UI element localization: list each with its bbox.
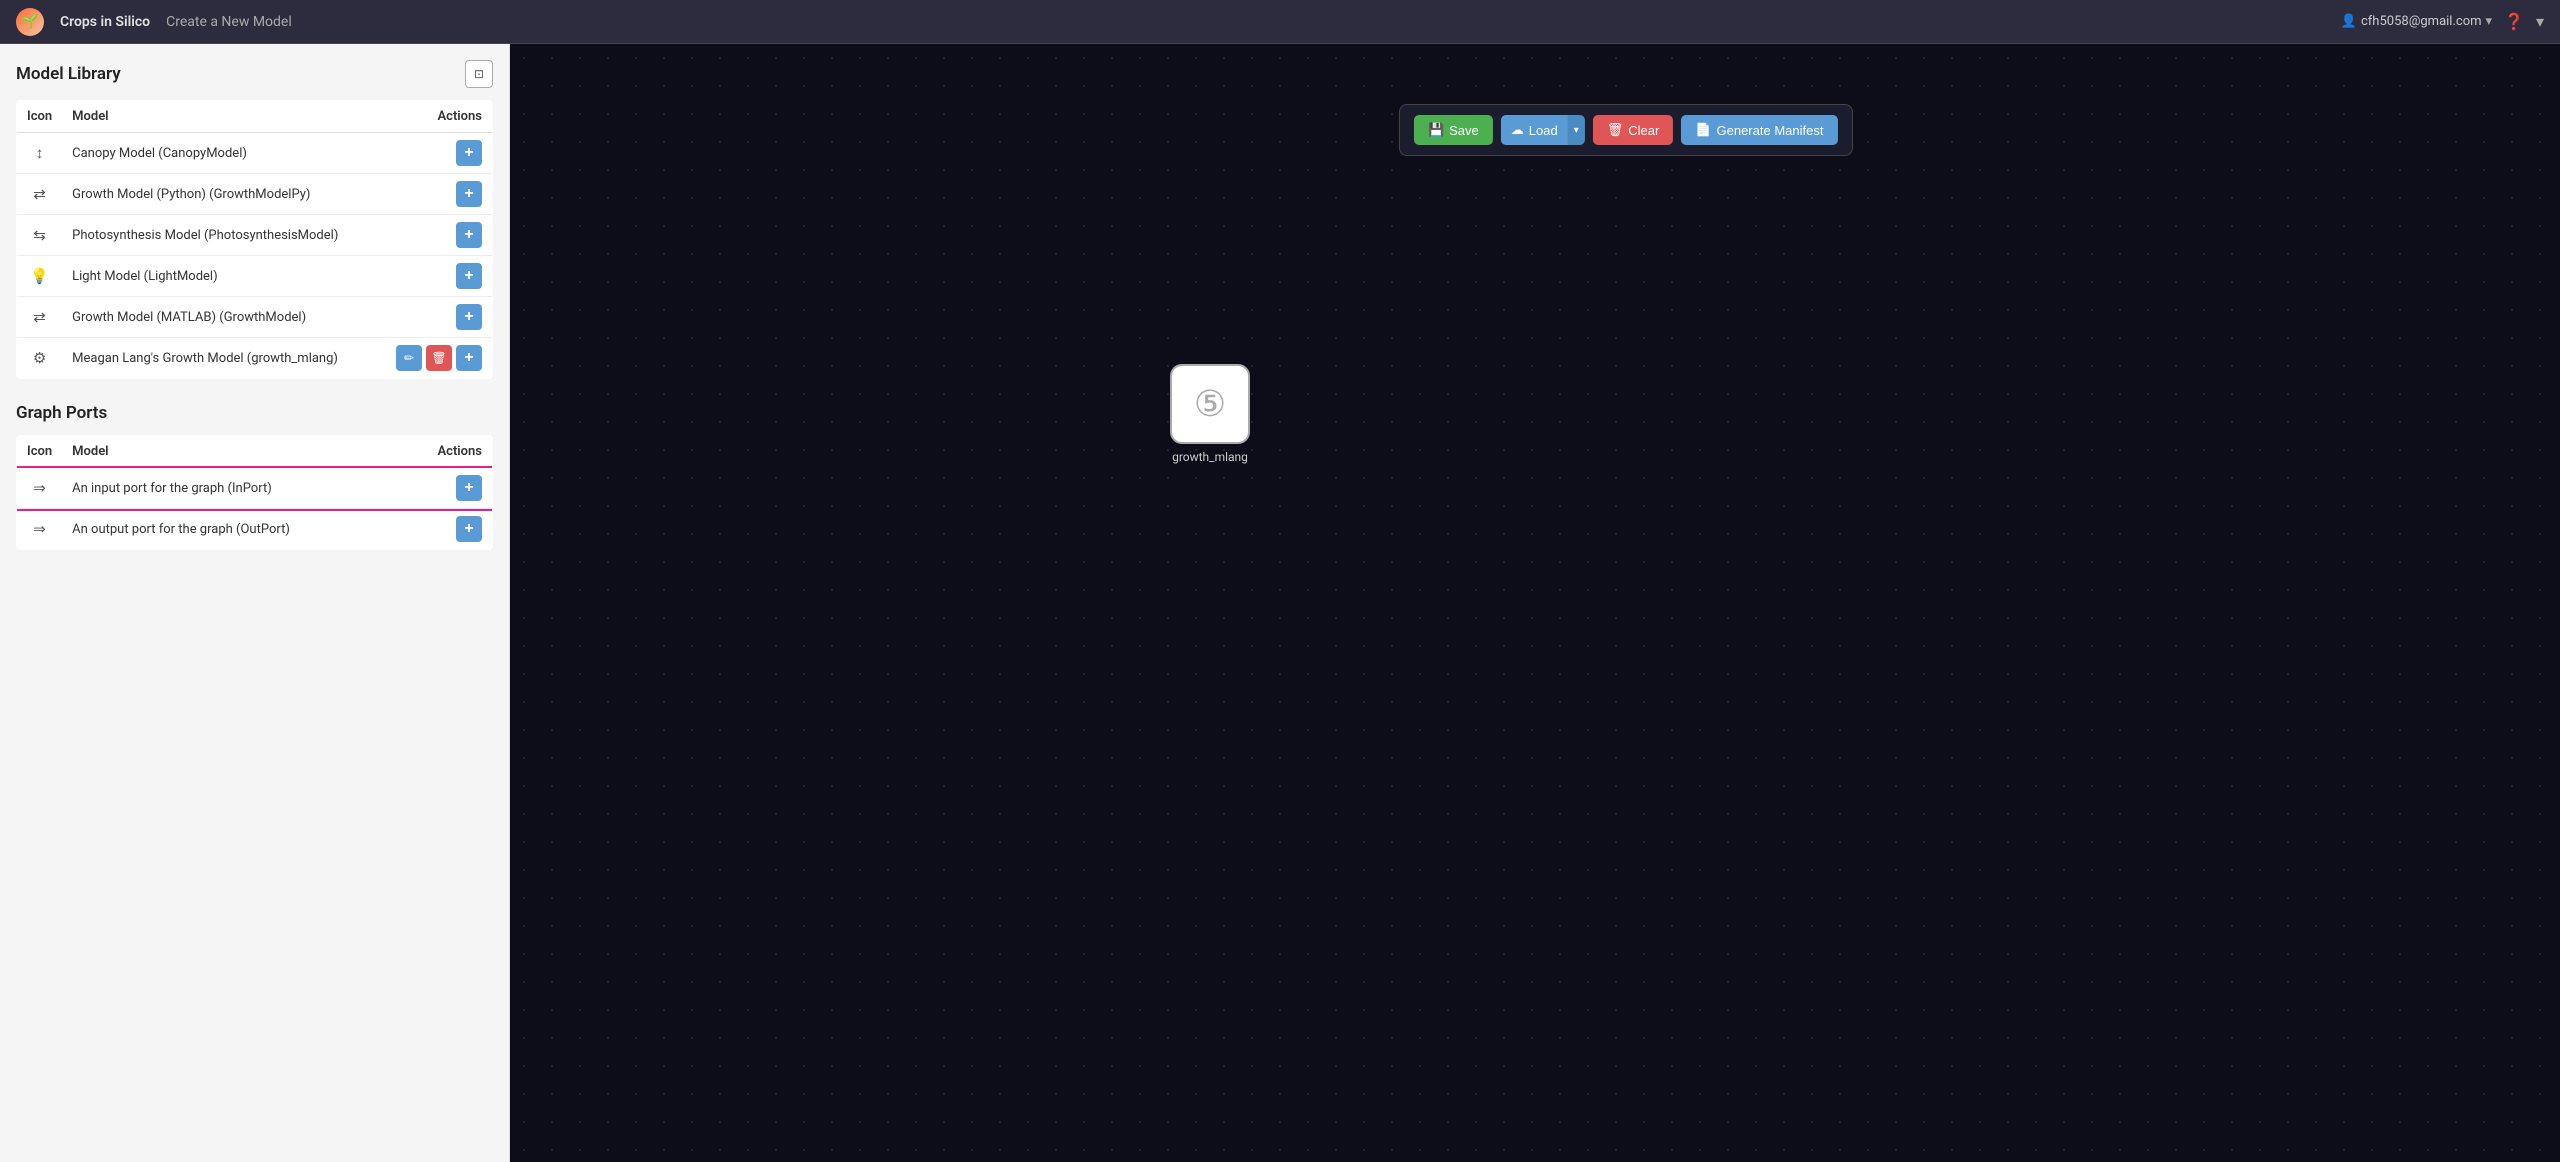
- model-name: Photosynthesis Model (PhotosynthesisMode…: [62, 215, 386, 256]
- load-button-group: ☁ Load ▾: [1501, 115, 1585, 145]
- model-col-model: Model: [62, 101, 386, 133]
- delete-button[interactable]: 🗑: [426, 345, 452, 371]
- main-layout: Model Library ⊡ Icon Model Actions ↕ Can…: [0, 44, 2560, 1162]
- model-icon: ↕: [17, 133, 63, 174]
- model-actions: +: [386, 256, 493, 297]
- manifest-icon: 📄: [1695, 122, 1711, 138]
- canvas-toolbar: 💾 Save ☁ Load ▾ 🗑 Clear 📄 Generate Manif…: [1399, 104, 1853, 156]
- model-actions: +: [386, 174, 493, 215]
- model-icon: ⇄: [17, 297, 63, 338]
- load-button[interactable]: ☁ Load: [1501, 115, 1568, 145]
- model-col-icon: Icon: [17, 101, 63, 133]
- model-row: ↕ Canopy Model (CanopyModel) +: [17, 133, 493, 174]
- navbar: 🌱 Crops in Silico Create a New Model 👤 c…: [0, 0, 2560, 44]
- model-col-actions: Actions: [386, 101, 493, 133]
- collapse-button[interactable]: ⊡: [465, 60, 493, 88]
- model-name: Growth Model (Python) (GrowthModelPy): [62, 174, 386, 215]
- port-icon: ⇒: [17, 509, 63, 550]
- port-name: An input port for the graph (InPort): [62, 468, 402, 509]
- model-icon: ⇄: [17, 174, 63, 215]
- page-title: Create a New Model: [166, 14, 292, 30]
- model-actions: ✏ 🗑 +: [386, 338, 493, 379]
- sidebar: Model Library ⊡ Icon Model Actions ↕ Can…: [0, 44, 510, 1162]
- model-row: 💡 Light Model (LightModel) +: [17, 256, 493, 297]
- port-actions: +: [403, 509, 493, 550]
- model-name: Light Model (LightModel): [62, 256, 386, 297]
- edit-button[interactable]: ✏: [396, 345, 422, 371]
- model-library-header: Model Library ⊡: [16, 60, 493, 88]
- port-row: ⇒ An output port for the graph (OutPort)…: [17, 509, 493, 550]
- add-port-button[interactable]: +: [456, 475, 482, 501]
- clear-button[interactable]: 🗑 Clear: [1593, 115, 1674, 145]
- model-library-title: Model Library: [16, 64, 121, 84]
- load-dropdown-button[interactable]: ▾: [1568, 115, 1585, 145]
- model-library-table: Icon Model Actions ↕ Canopy Model (Canop…: [16, 100, 493, 379]
- port-actions: +: [403, 468, 493, 509]
- node-box: ⑤: [1170, 364, 1250, 444]
- port-icon: ⇒: [17, 468, 63, 509]
- model-actions: +: [386, 297, 493, 338]
- node-label: growth_mlang: [1172, 450, 1248, 464]
- graph-ports-title: Graph Ports: [16, 403, 107, 423]
- graph-ports-header: Graph Ports: [16, 403, 493, 423]
- port-col-actions: Actions: [403, 436, 493, 468]
- app-logo: 🌱: [16, 8, 44, 36]
- user-dropdown-icon[interactable]: ▾: [2486, 14, 2493, 29]
- help-icon[interactable]: ❓: [2504, 12, 2524, 31]
- node-symbol: ⑤: [1194, 383, 1226, 425]
- port-name: An output port for the graph (OutPort): [62, 509, 402, 550]
- graph-ports-table: Icon Model Actions ⇒ An input port for t…: [16, 435, 493, 550]
- model-name: Canopy Model (CanopyModel): [62, 133, 386, 174]
- load-icon: ☁: [1511, 122, 1524, 138]
- model-actions: +: [386, 133, 493, 174]
- model-name: Growth Model (MATLAB) (GrowthModel): [62, 297, 386, 338]
- add-model-button[interactable]: +: [456, 222, 482, 248]
- model-icon: ⇆: [17, 215, 63, 256]
- model-row: ⇄ Growth Model (Python) (GrowthModelPy) …: [17, 174, 493, 215]
- model-icon: ⚙: [17, 338, 63, 379]
- add-model-button[interactable]: +: [456, 181, 482, 207]
- model-row: ⚙ Meagan Lang's Growth Model (growth_mla…: [17, 338, 493, 379]
- add-model-button[interactable]: +: [456, 263, 482, 289]
- add-model-button[interactable]: +: [456, 304, 482, 330]
- port-row: ⇒ An input port for the graph (InPort) +: [17, 468, 493, 509]
- user-icon: 👤: [2341, 14, 2357, 29]
- model-actions: +: [386, 215, 493, 256]
- model-name: Meagan Lang's Growth Model (growth_mlang…: [62, 338, 386, 379]
- user-email-text: cfh5058@gmail.com: [2361, 14, 2482, 29]
- model-icon: 💡: [17, 256, 63, 297]
- model-row: ⇄ Growth Model (MATLAB) (GrowthModel) +: [17, 297, 493, 338]
- canvas-node-growth-mlang[interactable]: ⑤ growth_mlang: [1170, 364, 1250, 464]
- navbar-right: 👤 cfh5058@gmail.com ▾ ❓ ▾: [2341, 12, 2544, 31]
- clear-icon: 🗑: [1607, 122, 1624, 138]
- app-brand: Crops in Silico: [60, 14, 150, 30]
- model-row: ⇆ Photosynthesis Model (PhotosynthesisMo…: [17, 215, 493, 256]
- add-model-button[interactable]: +: [456, 140, 482, 166]
- add-port-button[interactable]: +: [456, 516, 482, 542]
- save-icon: 💾: [1428, 122, 1444, 138]
- port-col-model: Model: [62, 436, 402, 468]
- add-model-button[interactable]: +: [456, 345, 482, 371]
- canvas-area: 💾 Save ☁ Load ▾ 🗑 Clear 📄 Generate Manif…: [510, 44, 2560, 1162]
- generate-manifest-button[interactable]: 📄 Generate Manifest: [1681, 115, 1837, 145]
- port-col-icon: Icon: [17, 436, 63, 468]
- user-email: 👤 cfh5058@gmail.com ▾: [2341, 14, 2492, 29]
- settings-icon[interactable]: ▾: [2536, 12, 2544, 31]
- save-button[interactable]: 💾 Save: [1414, 115, 1493, 145]
